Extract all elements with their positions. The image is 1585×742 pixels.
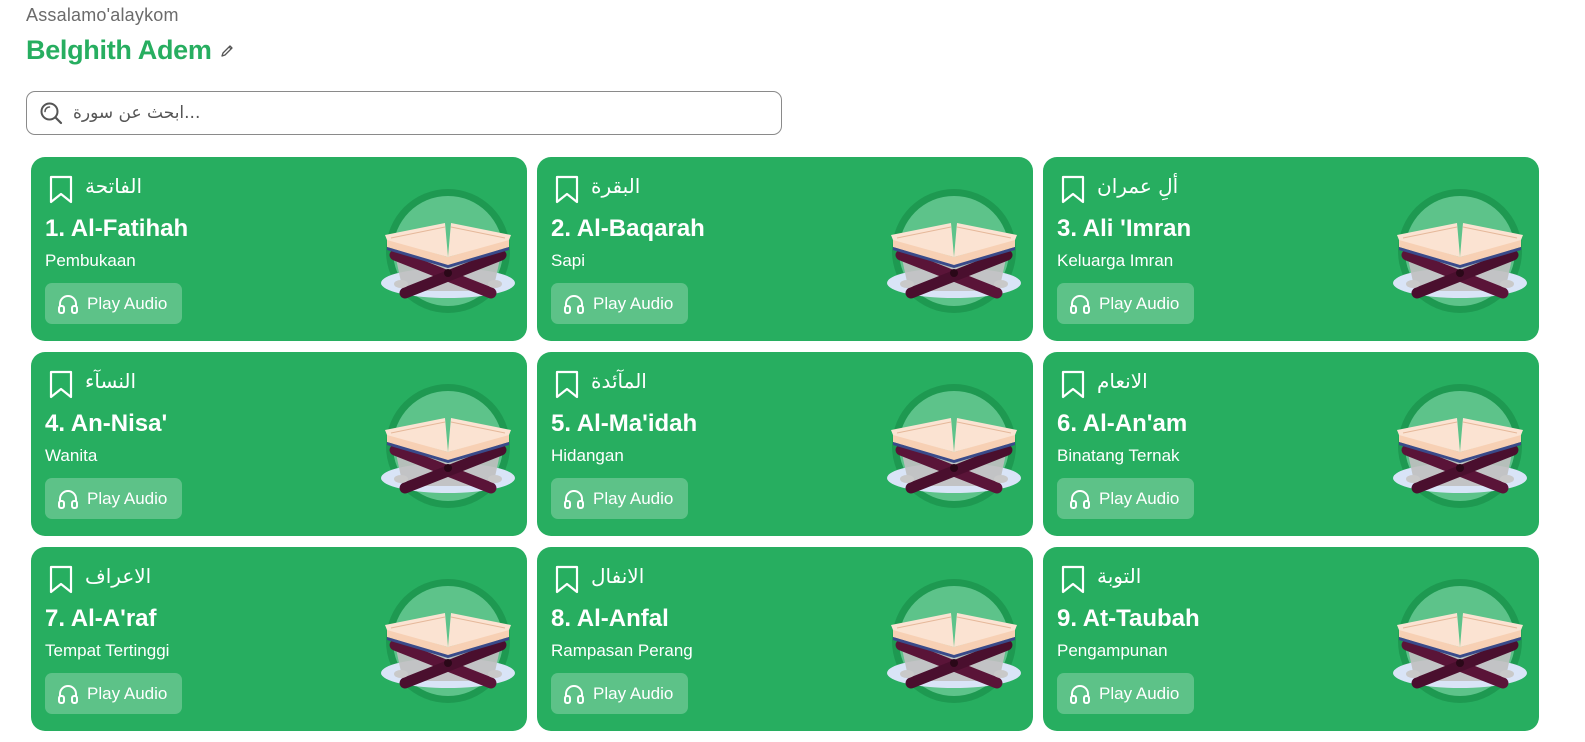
play-audio-label: Play Audio	[593, 293, 674, 313]
surah-grid: الفاتحة 1. Al-Fatihah Pembukaan Play Aud…	[31, 157, 1539, 731]
quran-book-illustration	[887, 384, 1021, 508]
bookmark-icon[interactable]	[47, 564, 75, 594]
quran-book-illustration	[887, 579, 1021, 703]
surah-card[interactable]: النسآء 4. An-Nisa' Wanita Play Audio	[31, 352, 527, 536]
surah-meaning: Binatang Ternak	[1057, 446, 1180, 465]
search-bar[interactable]	[26, 91, 782, 135]
surah-title: 4. An-Nisa'	[45, 410, 168, 437]
surah-meaning: Keluarga Imran	[1057, 251, 1174, 270]
user-name: Belghith Adem	[26, 35, 212, 65]
play-audio-label: Play Audio	[593, 488, 674, 508]
surah-title: 6. Al-An'am	[1057, 410, 1188, 437]
surah-meaning: Pengampunan	[1057, 641, 1168, 660]
headphones-icon	[57, 683, 79, 705]
headphones-icon	[1069, 683, 1091, 705]
surah-title: 1. Al-Fatihah	[45, 215, 189, 242]
play-audio-button[interactable]: Play Audio	[551, 478, 688, 519]
play-audio-button[interactable]: Play Audio	[1057, 283, 1194, 324]
surah-title: 9. At-Taubah	[1057, 605, 1200, 632]
headphones-icon	[563, 488, 585, 510]
surah-meaning: Hidangan	[551, 446, 624, 465]
play-audio-button[interactable]: Play Audio	[551, 673, 688, 714]
surah-arabic-name: المآئدة	[591, 369, 647, 393]
search-input[interactable]	[71, 102, 755, 124]
bookmark-icon[interactable]	[1059, 564, 1087, 594]
surah-arabic-name: النسآء	[85, 369, 137, 393]
play-audio-button[interactable]: Play Audio	[551, 283, 688, 324]
quran-book-illustration	[887, 189, 1021, 313]
surah-arabic-name: الفاتحة	[85, 174, 143, 198]
surah-card[interactable]: الاعراف 7. Al-A'raf Tempat Tertinggi Pla…	[31, 547, 527, 731]
quran-book-illustration	[381, 384, 515, 508]
surah-meaning: Pembukaan	[45, 251, 136, 270]
bookmark-icon[interactable]	[1059, 369, 1087, 399]
surah-card[interactable]: الانعام 6. Al-An'am Binatang Ternak Play…	[1043, 352, 1539, 536]
play-audio-label: Play Audio	[87, 293, 168, 313]
quran-book-illustration	[381, 189, 515, 313]
play-audio-button[interactable]: Play Audio	[1057, 478, 1194, 519]
surah-arabic-name: الانفال	[591, 564, 645, 588]
bookmark-icon[interactable]	[553, 174, 581, 204]
bookmark-icon[interactable]	[553, 564, 581, 594]
bookmark-icon[interactable]	[553, 369, 581, 399]
play-audio-label: Play Audio	[593, 683, 674, 703]
surah-card[interactable]: التوبة 9. At-Taubah Pengampunan Play Aud…	[1043, 547, 1539, 731]
headphones-icon	[57, 293, 79, 315]
bookmark-icon[interactable]	[47, 174, 75, 204]
play-audio-label: Play Audio	[1099, 293, 1180, 313]
play-audio-label: Play Audio	[1099, 683, 1180, 703]
play-audio-label: Play Audio	[87, 488, 168, 508]
surah-arabic-name: التوبة	[1097, 564, 1142, 588]
headphones-icon	[57, 488, 79, 510]
surah-card[interactable]: المآئدة 5. Al-Ma'idah Hidangan Play Audi…	[537, 352, 1033, 536]
user-row: Belghith Adem	[26, 35, 236, 66]
surah-arabic-name: ألِ عمران	[1097, 174, 1179, 198]
play-audio-button[interactable]: Play Audio	[1057, 673, 1194, 714]
bookmark-icon[interactable]	[1059, 174, 1087, 204]
play-audio-label: Play Audio	[1099, 488, 1180, 508]
surah-card[interactable]: البقرة 2. Al-Baqarah Sapi Play Audio	[537, 157, 1033, 341]
quran-book-illustration	[1393, 579, 1527, 703]
surah-arabic-name: البقرة	[591, 174, 641, 198]
headphones-icon	[1069, 488, 1091, 510]
play-audio-label: Play Audio	[87, 683, 168, 703]
surah-title: 5. Al-Ma'idah	[551, 410, 698, 437]
play-audio-button[interactable]: Play Audio	[45, 283, 182, 324]
headphones-icon	[1069, 293, 1091, 315]
surah-arabic-name: الاعراف	[85, 564, 152, 588]
surah-card[interactable]: الفاتحة 1. Al-Fatihah Pembukaan Play Aud…	[31, 157, 527, 341]
surah-arabic-name: الانعام	[1097, 369, 1148, 393]
surah-meaning: Sapi	[551, 251, 586, 270]
quran-book-illustration	[1393, 384, 1527, 508]
play-audio-button[interactable]: Play Audio	[45, 478, 182, 519]
surah-title: 3. Ali 'Imran	[1057, 215, 1192, 242]
headphones-icon	[563, 683, 585, 705]
surah-title: 8. Al-Anfal	[551, 605, 669, 632]
headphones-icon	[563, 293, 585, 315]
quran-book-illustration	[1393, 189, 1527, 313]
surah-card[interactable]: الانفال 8. Al-Anfal Rampasan Perang Play…	[537, 547, 1033, 731]
surah-meaning: Wanita	[45, 446, 98, 465]
surah-meaning: Tempat Tertinggi	[45, 641, 170, 660]
surah-title: 2. Al-Baqarah	[551, 215, 705, 242]
surah-card[interactable]: ألِ عمران 3. Ali 'Imran Keluarga Imran P…	[1043, 157, 1539, 341]
surah-title: 7. Al-A'raf	[45, 605, 157, 632]
greeting-text: Assalamo'alaykom	[26, 5, 179, 25]
quran-book-illustration	[381, 579, 515, 703]
surah-meaning: Rampasan Perang	[551, 641, 693, 660]
pencil-icon[interactable]	[220, 43, 236, 59]
search-icon	[39, 100, 65, 126]
play-audio-button[interactable]: Play Audio	[45, 673, 182, 714]
bookmark-icon[interactable]	[47, 369, 75, 399]
